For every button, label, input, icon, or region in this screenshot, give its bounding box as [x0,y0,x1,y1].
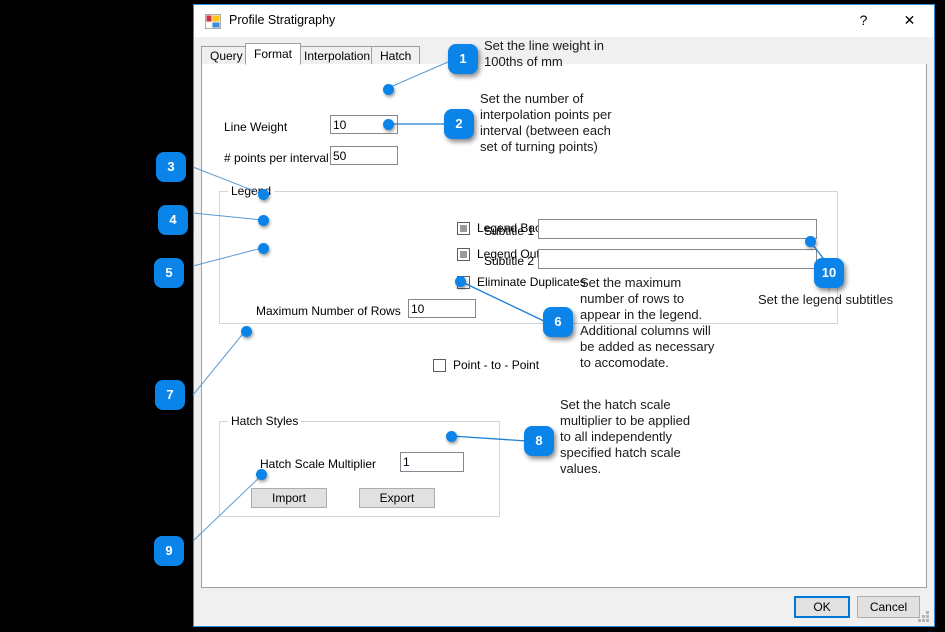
profile-stratigraphy-dialog: Profile Stratigraphy ? ✕ Query Format In… [193,4,935,627]
tab-hatch[interactable]: Hatch [371,46,420,65]
dialog-client-area: Query Format Interpolation Hatch Line We… [194,37,934,626]
format-tab-page: Line Weight # points per interval Legend… [201,64,927,588]
subtitle1-input[interactable] [538,219,817,239]
cancel-button[interactable]: Cancel [857,596,920,618]
screen: Profile Stratigraphy ? ✕ Query Format In… [0,0,945,632]
hatch-scale-multiplier-label: Hatch Scale Multiplier [260,457,376,471]
annotation-badge-9: 9 [154,536,184,566]
point-to-point-label: Point - to - Point [453,358,539,372]
line-weight-label: Line Weight [224,120,287,134]
ok-button[interactable]: OK [794,596,850,618]
subtitle2-input[interactable] [538,249,817,269]
annotation-badge-3: 3 [156,152,186,182]
legend-background-checkbox-box [457,222,470,235]
tab-interpolation[interactable]: Interpolation [295,46,379,65]
close-button[interactable]: ✕ [887,5,932,36]
help-button[interactable]: ? [841,5,886,36]
annotation-badge-7: 7 [155,380,185,410]
hatch-styles-groupbox: Hatch Styles Hatch Scale Multiplier Impo… [219,421,500,517]
points-per-interval-input[interactable] [330,146,398,165]
resize-grip[interactable] [918,611,930,623]
annotation-badge-4: 4 [158,205,188,235]
max-rows-label: Maximum Number of Rows [256,304,401,318]
eliminate-duplicates-label: Eliminate Duplicates [477,275,586,289]
app-window-icon [205,14,221,29]
hatch-scale-multiplier-input[interactable] [400,452,464,472]
legend-groupbox-title: Legend [228,184,274,198]
import-button[interactable]: Import [251,488,327,508]
tab-format[interactable]: Format [245,43,301,65]
point-to-point-checkbox-box [433,359,446,372]
points-per-interval-label: # points per interval [224,151,329,165]
hatch-styles-groupbox-title: Hatch Styles [228,414,301,428]
eliminate-duplicates-checkbox-box [457,276,470,289]
subtitle1-label: Subtitle 1 [484,224,534,238]
subtitle2-label: Subtitle 2 [484,254,534,268]
annotation-badge-5: 5 [154,258,184,288]
title-bar: Profile Stratigraphy ? ✕ [194,5,934,37]
line-weight-input[interactable] [330,115,398,134]
tab-strip: Query Format Interpolation Hatch [201,43,927,65]
legend-outline-checkbox-box [457,248,470,261]
max-rows-input[interactable] [408,299,476,318]
legend-groupbox: Legend Legend Background Legend Outline … [219,191,838,324]
window-title: Profile Stratigraphy [229,13,335,27]
export-button[interactable]: Export [359,488,435,508]
